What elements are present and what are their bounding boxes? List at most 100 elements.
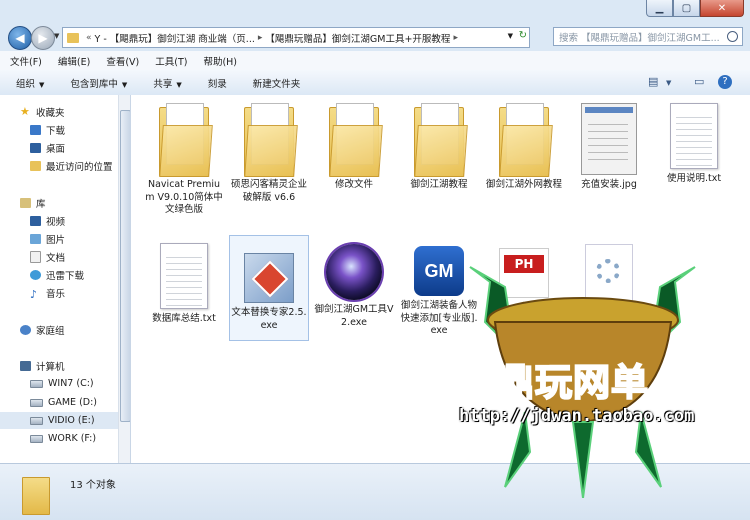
file-item[interactable]: 使用说明.txt: [654, 103, 734, 186]
sidebar-item-desktop[interactable]: 桌面: [30, 139, 130, 156]
file-label: 使用说明.txt: [666, 173, 722, 184]
search-placeholder: 搜索 【飓鼎玩赠品】御剑江湖GM工...: [559, 32, 720, 44]
file-list: Navicat Premium V9.0.10简体中文绿色版 硕思闪客精灵企业破…: [131, 95, 750, 463]
chevron-right-icon[interactable]: ▸: [453, 33, 458, 43]
menu-tools[interactable]: 工具(T): [149, 54, 193, 68]
file-item[interactable]: 御剑江湖外网教程: [484, 103, 564, 192]
scrollbar-thumb[interactable]: [120, 110, 130, 422]
sidebar-item-label: 音乐: [46, 288, 66, 300]
item-count: 13 个对象: [70, 480, 116, 491]
minimize-button[interactable]: ▁: [646, 0, 673, 17]
maximize-button[interactable]: ▢: [673, 0, 700, 17]
chevron-right-icon[interactable]: ▸: [258, 33, 263, 43]
sidebar-item-label: GAME (D:): [48, 397, 98, 408]
file-item[interactable]: 修改文件: [314, 103, 394, 192]
chevron-down-icon: ▼: [121, 80, 128, 89]
include-label: 包含到库中: [70, 78, 118, 90]
file-label: 硕思闪客精灵企业破解版 v6.6: [230, 179, 307, 203]
breadcrumb-item[interactable]: 【飓鼎玩赠品】御剑江湖GM工具+开服教程: [265, 31, 450, 45]
burn-button[interactable]: 刻录: [198, 76, 237, 90]
file-item[interactable]: 御剑江湖教程: [399, 103, 479, 192]
sidebar-item-label: 图片: [46, 234, 66, 246]
menu-bar: 文件(F) 编辑(E) 查看(V) 工具(T) 帮助(H): [0, 51, 750, 71]
share-label: 共享: [153, 78, 173, 90]
sidebar-scrollbar[interactable]: [118, 95, 130, 463]
chevron-double-left-icon[interactable]: «: [86, 33, 92, 43]
sidebar-item-recent[interactable]: 最近访问的位置: [30, 157, 130, 174]
sidebar-item-label: WIN7 (C:): [48, 378, 94, 389]
search-input[interactable]: 搜索 【飓鼎玩赠品】御剑江湖GM工...: [553, 27, 743, 46]
sidebar-item-label: 文档: [46, 252, 66, 264]
file-label: 御剑江湖教程: [410, 179, 468, 190]
folder-icon: [159, 103, 213, 177]
menu-edit[interactable]: 编辑(E): [52, 54, 96, 68]
sidebar-item-pictures[interactable]: 图片: [30, 230, 130, 247]
breadcrumb-item[interactable]: Y - 【飓鼎玩】御剑江湖 商业端（页...: [95, 31, 255, 45]
sidebar-item-documents[interactable]: 文档: [30, 248, 130, 265]
sidebar-item-label: 下载: [46, 125, 66, 137]
preview-pane-icon[interactable]: ▭: [694, 75, 704, 88]
file-item[interactable]: 文本替换专家2.5.exe: [229, 235, 309, 341]
sidebar-item-drive-c[interactable]: WIN7 (C:): [30, 375, 130, 392]
recent-places-icon: [30, 160, 41, 171]
file-item[interactable]: 数据库总结.txt: [144, 243, 224, 326]
sidebar-item-thunder[interactable]: 迅雷下载: [30, 266, 130, 283]
new-folder-button[interactable]: 新建文件夹: [243, 76, 311, 90]
folder-icon: [67, 32, 79, 43]
status-bar: 13 个对象: [0, 463, 750, 520]
close-button[interactable]: ✕: [700, 0, 744, 17]
file-item[interactable]: PH 主: [484, 240, 564, 315]
menu-help[interactable]: 帮助(H): [197, 54, 243, 68]
homegroup-icon: [20, 324, 31, 335]
include-in-library-button[interactable]: 包含到库中 ▼: [60, 76, 137, 90]
sidebar-item-libraries[interactable]: 库: [20, 194, 130, 211]
file-label: 数据库总结.txt: [152, 313, 216, 324]
menu-file[interactable]: 文件(F): [4, 54, 48, 68]
drive-icon: [30, 416, 43, 425]
app-icon: PH: [499, 248, 549, 298]
back-button[interactable]: ◀: [8, 26, 32, 50]
file-item[interactable]: 充值安装.jpg: [569, 103, 649, 192]
file-item[interactable]: [569, 240, 649, 310]
menu-view[interactable]: 查看(V): [100, 54, 145, 68]
file-item[interactable]: 硕思闪客精灵企业破解版 v6.6: [229, 103, 309, 204]
sidebar-item-label: WORK (F:): [48, 433, 97, 444]
address-bar[interactable]: « Y - 【飓鼎玩】御剑江湖 商业端（页... ▸ 【飓鼎玩赠品】御剑江湖GM…: [62, 27, 530, 48]
music-note-icon: ♪: [30, 287, 38, 301]
chevron-down-icon[interactable]: ▼: [666, 79, 671, 87]
view-options-icon[interactable]: ▤: [648, 75, 658, 88]
sidebar-item-label: 库: [36, 198, 46, 210]
sidebar-item-drive-e[interactable]: VIDIO (E:): [0, 412, 118, 429]
sidebar-item-drive-d[interactable]: GAME (D:): [30, 394, 130, 411]
sidebar-item-drive-f[interactable]: WORK (F:): [30, 430, 130, 447]
forward-button[interactable]: ▶: [31, 26, 55, 50]
navigation-pane: ★ 收藏夹 下载 桌面 最近访问的位置 库 视频 图片 文档 迅雷下载 ♪ 音乐 家…: [0, 95, 131, 463]
file-item[interactable]: 御剑江湖GM工具V2.exe: [314, 240, 394, 329]
sidebar-item-label: VIDIO (E:): [48, 415, 95, 426]
file-item[interactable]: GM 御剑江湖装备人物快速添加[专业版].exe: [399, 240, 479, 338]
refresh-icon[interactable]: ↻: [519, 30, 527, 41]
search-icon[interactable]: [727, 31, 738, 42]
share-button[interactable]: 共享 ▼: [143, 76, 191, 90]
file-item[interactable]: Navicat Premium V9.0.10简体中文绿色版: [144, 103, 224, 217]
text-file-icon: [160, 243, 208, 309]
sidebar-item-music[interactable]: ♪ 音乐: [30, 284, 130, 301]
folder-icon: [414, 103, 468, 177]
sidebar-item-downloads[interactable]: 下载: [30, 121, 130, 138]
organize-button[interactable]: 组织 ▼: [6, 76, 54, 90]
folder-icon: [499, 103, 553, 177]
recent-pages-dropdown[interactable]: ▼: [54, 32, 59, 40]
sidebar-item-homegroup[interactable]: 家庭组: [20, 321, 130, 338]
image-file-icon: [581, 103, 637, 175]
gm-tool-app-icon: [326, 244, 382, 300]
drive-icon: [30, 379, 43, 388]
sidebar-item-label: 视频: [46, 216, 66, 228]
file-label: 御剑江湖GM工具V2.exe: [314, 304, 394, 328]
settings-file-icon: [585, 244, 633, 306]
picture-icon: [30, 233, 41, 244]
sidebar-item-videos[interactable]: 视频: [30, 212, 130, 229]
chevron-down-icon[interactable]: ▼: [508, 32, 513, 40]
sidebar-item-computer[interactable]: 计算机: [20, 357, 130, 374]
sidebar-item-favorites[interactable]: ★ 收藏夹: [20, 103, 130, 120]
help-icon[interactable]: ?: [718, 75, 732, 89]
